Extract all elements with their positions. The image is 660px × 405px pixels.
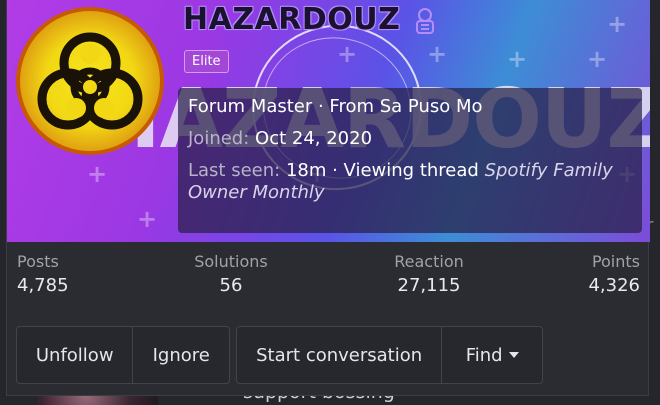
joined-date: Oct 24, 2020 [255,128,373,149]
last-seen-value: 18m · Viewing thread [285,160,479,181]
conversation-find-group: Start conversation Find [236,326,543,384]
find-button[interactable]: Find [442,327,542,383]
member-info: Forum Master · From Sa Puso Mo Joined: O… [178,88,642,233]
stat-label: Posts [17,252,59,271]
joined-line: Joined: Oct 24, 2020 [188,128,632,150]
ignore-button[interactable]: Ignore [133,327,229,383]
stat-value: 27,115 [397,275,461,296]
start-conversation-button[interactable]: Start conversation [237,327,443,383]
biohazard-icon [37,32,143,130]
avatar[interactable] [16,7,164,155]
unfollow-button[interactable]: Unfollow [17,327,134,383]
hazmat-icon [416,7,435,34]
last-seen-line: Last seen: 18m · Viewing thread Spotify … [188,160,632,204]
member-tooltip-card: + + + + + + + + + HAZARDOUZ HAZARDOUZ [6,0,650,396]
username-text: HAZARDOUZ [183,2,401,37]
stat-points[interactable]: Points 4,326 [588,252,640,296]
username[interactable]: HAZARDOUZ [183,2,437,37]
stat-value: 56 [219,275,243,296]
rank-line: Forum Master · From Sa Puso Mo [188,96,483,117]
follow-ignore-group: Unfollow Ignore [16,326,230,384]
stat-label: Reaction [394,252,464,271]
member-stats: Posts 4,785 Solutions 56 Reaction 27,115… [7,252,650,312]
last-seen-label: Last seen: [188,160,281,181]
joined-label: Joined: [188,128,250,149]
stat-label: Points [591,252,640,271]
stat-value: 4,326 [588,275,640,296]
stat-reaction[interactable]: Reaction 27,115 [389,252,469,296]
stat-solutions[interactable]: Solutions 56 [191,252,271,296]
stat-label: Solutions [194,252,268,271]
stat-value: 4,785 [17,275,69,296]
find-label: Find [465,344,503,366]
stat-posts[interactable]: Posts 4,785 [17,252,69,296]
user-title-badge: Elite [184,50,229,73]
chevron-down-icon [508,352,519,358]
